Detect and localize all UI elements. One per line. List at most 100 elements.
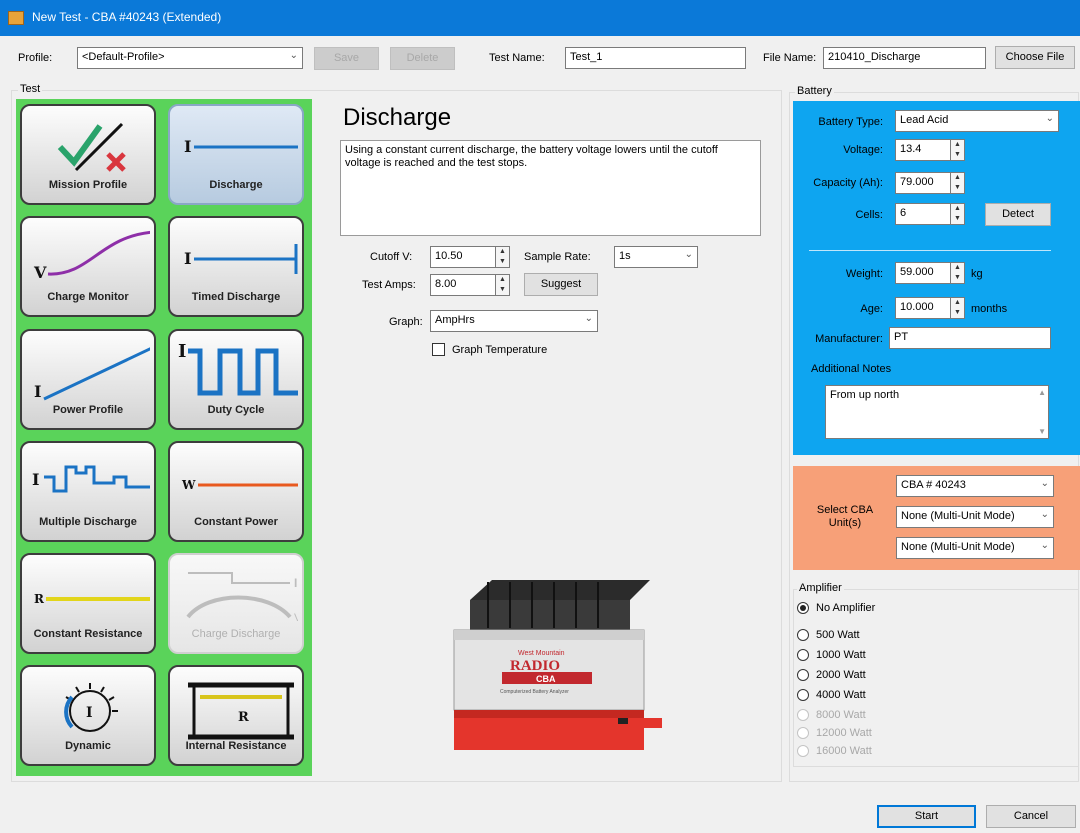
amplifier-16000-radio[interactable]: [797, 745, 809, 757]
weight-spinner[interactable]: ▲ ▼: [951, 262, 965, 284]
svg-text:I: I: [86, 705, 93, 721]
test-button-label: Constant Power: [194, 516, 278, 528]
test-mission-profile-button[interactable]: Mission Profile: [20, 104, 156, 205]
discharge-icon: I: [184, 137, 298, 156]
test-constant-power-button[interactable]: W Constant Power: [168, 441, 304, 542]
graph-select[interactable]: AmpHrs ⌄: [430, 310, 598, 332]
test-group-label: Test: [18, 83, 43, 95]
profile-label: Profile:: [18, 52, 53, 64]
amplifier-option-label: 4000 Watt: [816, 689, 866, 701]
manufacturer-label: Manufacturer:: [815, 333, 883, 345]
cancel-button[interactable]: Cancel: [986, 805, 1076, 828]
amplifier-12000-radio[interactable]: [797, 727, 809, 739]
test-type-grid: Mission Profile I Discharge V Charge Mon…: [16, 99, 312, 776]
svg-text:I: I: [178, 341, 186, 362]
cells-label: Cells:: [855, 209, 883, 221]
test-constant-resistance-button[interactable]: R Constant Resistance: [20, 553, 156, 654]
test-amps-spinner[interactable]: ▲ ▼: [496, 274, 510, 296]
duty-cycle-icon: I: [178, 341, 298, 396]
battery-panel: Battery Type: Lead Acid ⌄ Voltage: 13.4 …: [793, 101, 1080, 455]
cba-unit-2-select[interactable]: None (Multi-Unit Mode) ⌄: [896, 506, 1054, 528]
detect-button[interactable]: Detect: [985, 203, 1051, 226]
profile-select[interactable]: <Default-Profile> ⌄: [77, 47, 303, 69]
profile-value: <Default-Profile>: [82, 51, 165, 63]
test-amps-input[interactable]: 8.00: [430, 274, 496, 296]
charge-monitor-icon: V: [33, 231, 150, 282]
amplifier-none-radio[interactable]: [797, 602, 809, 614]
save-profile-button[interactable]: Save: [314, 47, 379, 70]
file-name-input[interactable]: 210410_Discharge: [823, 47, 986, 69]
power-profile-icon: I: [34, 347, 150, 401]
constant-power-icon: W: [181, 478, 298, 492]
cba-unit-1-select[interactable]: CBA # 40243 ⌄: [896, 475, 1054, 497]
delete-profile-button[interactable]: Delete: [390, 47, 455, 70]
chevron-down-icon: ⌄: [584, 313, 593, 324]
weight-input[interactable]: 59.000: [895, 262, 951, 284]
test-charge-discharge-button[interactable]: I V Charge Discharge: [168, 553, 304, 654]
scroll-up-icon[interactable]: ▲: [1038, 388, 1046, 397]
test-power-profile-button[interactable]: I Power Profile: [20, 329, 156, 430]
capacity-input[interactable]: 79.000: [895, 172, 951, 194]
age-spinner[interactable]: ▲ ▼: [951, 297, 965, 319]
start-button[interactable]: Start: [877, 805, 976, 828]
amplifier-2000-radio[interactable]: [797, 669, 809, 681]
cells-input[interactable]: 6: [895, 203, 951, 225]
test-charge-monitor-button[interactable]: V Charge Monitor: [20, 216, 156, 317]
sample-rate-label: Sample Rate:: [524, 251, 591, 263]
graph-label: Graph:: [389, 316, 423, 328]
voltage-spinner[interactable]: ▲ ▼: [951, 139, 965, 161]
test-button-label: Multiple Discharge: [39, 516, 137, 528]
test-timed-discharge-button[interactable]: I Timed Discharge: [168, 216, 304, 317]
capacity-label: Capacity (Ah):: [813, 177, 883, 189]
additional-notes-textarea[interactable]: From up north ▲ ▼: [825, 385, 1049, 439]
test-internal-resistance-button[interactable]: R Internal Resistance: [168, 665, 304, 766]
weight-label: Weight:: [845, 268, 883, 280]
age-label: Age:: [860, 303, 883, 315]
cba-unit-3-select[interactable]: None (Multi-Unit Mode) ⌄: [896, 537, 1054, 559]
amplifier-4000-radio[interactable]: [797, 689, 809, 701]
amplifier-option-label: 8000 Watt: [816, 709, 866, 721]
age-input[interactable]: 10.000: [895, 297, 951, 319]
additional-notes-label: Additional Notes: [811, 363, 892, 375]
test-multiple-discharge-button[interactable]: I Multiple Discharge: [20, 441, 156, 542]
amplifier-8000-radio[interactable]: [797, 709, 809, 721]
test-discharge-button[interactable]: I Discharge: [168, 104, 304, 205]
amplifier-group-label: Amplifier: [797, 582, 844, 594]
sample-rate-select[interactable]: 1s ⌄: [614, 246, 698, 268]
cutoff-voltage-input[interactable]: 10.50: [430, 246, 496, 268]
amplifier-1000-radio[interactable]: [797, 649, 809, 661]
capacity-spinner[interactable]: ▲ ▼: [951, 172, 965, 194]
battery-type-select[interactable]: Lead Acid ⌄: [895, 110, 1059, 132]
product-model: CBA: [536, 674, 556, 684]
choose-file-button[interactable]: Choose File: [995, 46, 1075, 69]
svg-text:I: I: [32, 470, 39, 489]
amplifier-option-label: 16000 Watt: [816, 745, 872, 757]
test-dynamic-button[interactable]: I Dynamic: [20, 665, 156, 766]
title-bar: New Test - CBA #40243 (Extended): [0, 0, 1080, 36]
scroll-down-icon[interactable]: ▼: [1038, 427, 1046, 436]
cells-spinner[interactable]: ▲ ▼: [951, 203, 965, 225]
graph-value: AmpHrs: [435, 314, 475, 326]
amplifier-option-label: No Amplifier: [816, 602, 876, 614]
svg-text:R: R: [34, 592, 45, 606]
svg-text:W: W: [181, 478, 196, 492]
voltage-input[interactable]: 13.4: [895, 139, 951, 161]
test-duty-cycle-button[interactable]: I Duty Cycle: [168, 329, 304, 430]
cutoff-voltage-spinner[interactable]: ▲ ▼: [496, 246, 510, 268]
graph-temperature-label: Graph Temperature: [452, 344, 548, 356]
graph-temperature-checkbox[interactable]: [432, 343, 445, 356]
amplifier-500-radio[interactable]: [797, 629, 809, 641]
svg-text:I: I: [184, 137, 191, 156]
manufacturer-input[interactable]: PT: [889, 327, 1051, 349]
battery-separator: [809, 250, 1051, 251]
cba-device-image: West Mountain RADIO CBA Computerized Bat…: [453, 580, 662, 750]
svg-text:I: I: [34, 382, 41, 401]
amplifier-option-label: 1000 Watt: [816, 649, 866, 661]
test-button-label: Timed Discharge: [191, 291, 281, 303]
test-button-label: Internal Resistance: [185, 740, 287, 752]
battery-type-label: Battery Type:: [818, 116, 883, 128]
test-type-heading: Discharge: [343, 104, 452, 131]
svg-text:V: V: [33, 263, 47, 282]
test-name-input[interactable]: Test_1: [565, 47, 746, 69]
suggest-button[interactable]: Suggest: [524, 273, 598, 296]
